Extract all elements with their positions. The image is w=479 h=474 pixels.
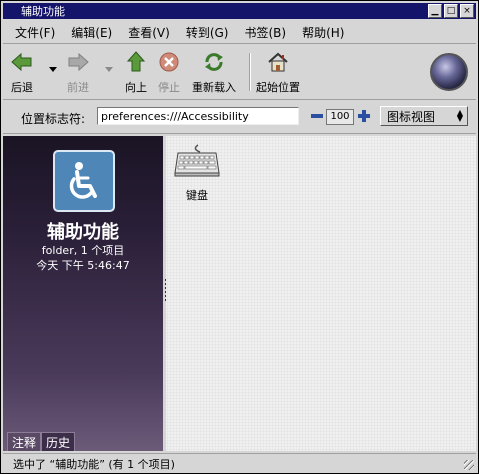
reload-label: 重新载入 [192, 81, 236, 94]
menu-bookmarks[interactable]: 书签(B) [236, 24, 294, 41]
menu-bar: 文件(F) 编辑(E) 查看(V) 转到(G) 书签(B) 帮助(H) [3, 21, 476, 44]
menu-file[interactable]: 文件(F) [3, 24, 63, 41]
window-title: 辅助功能 [21, 5, 65, 18]
resize-grip-icon[interactable] [464, 460, 474, 470]
sidebar: 辅助功能 folder, 1 个项目 今天 下午 5:46:47 注释 历史 [3, 136, 163, 451]
home-icon [267, 51, 289, 73]
toolbar: 后退 前进 向上 停止 重新载入 起始位置 [3, 45, 476, 100]
location-bar: 位置标志符: 100 图标视图 ▲▼ [3, 101, 476, 134]
zoom-level[interactable]: 100 [326, 109, 354, 125]
zoom-in-button[interactable] [358, 110, 370, 122]
accessibility-icon [53, 150, 115, 212]
forward-button[interactable]: 前进 [67, 51, 89, 95]
tab-history[interactable]: 历史 [41, 432, 76, 451]
home-button[interactable]: 起始位置 [256, 51, 300, 95]
stop-label: 停止 [158, 81, 180, 94]
reload-button[interactable]: 重新载入 [192, 51, 236, 95]
reload-icon [203, 51, 225, 73]
view-selector-label: 图标视图 [387, 109, 436, 124]
view-selector[interactable]: 图标视图 ▲ ▼ [380, 106, 468, 126]
stop-icon [158, 51, 180, 73]
up-button[interactable]: 向上 [125, 51, 147, 95]
toolbar-separator [249, 53, 251, 91]
file-item-keyboard[interactable]: 键盘 [172, 144, 222, 203]
activity-throbber-icon [430, 53, 468, 91]
menu-view[interactable]: 查看(V) [120, 24, 178, 41]
menu-help[interactable]: 帮助(H) [294, 24, 352, 41]
arrow-up-icon [125, 51, 147, 73]
back-history-dropdown[interactable] [49, 67, 57, 72]
home-label: 起始位置 [256, 81, 300, 94]
window-controls: ▁ □ × [428, 4, 474, 18]
status-bar: 选中了 “辅助功能” (有 1 个项目) [3, 453, 476, 472]
back-label: 后退 [11, 81, 33, 94]
tab-notes[interactable]: 注释 [7, 432, 42, 451]
forward-label: 前进 [67, 81, 89, 94]
keyboard-icon [174, 144, 220, 181]
menu-go[interactable]: 转到(G) [178, 24, 237, 41]
title-bar[interactable]: 辅助功能 ▁ □ × [3, 3, 476, 19]
location-label: 位置标志符: [21, 112, 86, 126]
arrow-right-icon [67, 51, 89, 73]
sidebar-tabs: 注释 历史 [7, 432, 76, 451]
menu-edit[interactable]: 编辑(E) [63, 24, 120, 41]
folder-name: 辅助功能 [47, 222, 119, 243]
back-button[interactable]: 后退 [11, 51, 33, 95]
folder-info: folder, 1 个项目 [41, 244, 125, 257]
file-item-label: 键盘 [186, 189, 208, 202]
close-button[interactable]: × [460, 4, 474, 18]
folder-date: 今天 下午 5:46:47 [36, 259, 130, 272]
zoom-out-button[interactable] [311, 110, 323, 122]
status-text: 选中了 “辅助功能” (有 1 个项目) [13, 458, 175, 471]
maximize-button[interactable]: □ [444, 4, 458, 18]
up-label: 向上 [125, 81, 147, 94]
forward-history-dropdown[interactable] [105, 67, 113, 72]
location-input[interactable] [97, 107, 299, 125]
arrow-left-icon [11, 51, 33, 73]
nautilus-window: 辅助功能 ▁ □ × 文件(F) 编辑(E) 查看(V) 转到(G) 书签(B)… [0, 0, 479, 474]
up-down-chevron-icon: ▲ ▼ [456, 108, 463, 123]
minimize-button[interactable]: ▁ [428, 4, 442, 18]
stop-button[interactable]: 停止 [158, 51, 180, 95]
icon-view: 键盘 [166, 136, 476, 451]
